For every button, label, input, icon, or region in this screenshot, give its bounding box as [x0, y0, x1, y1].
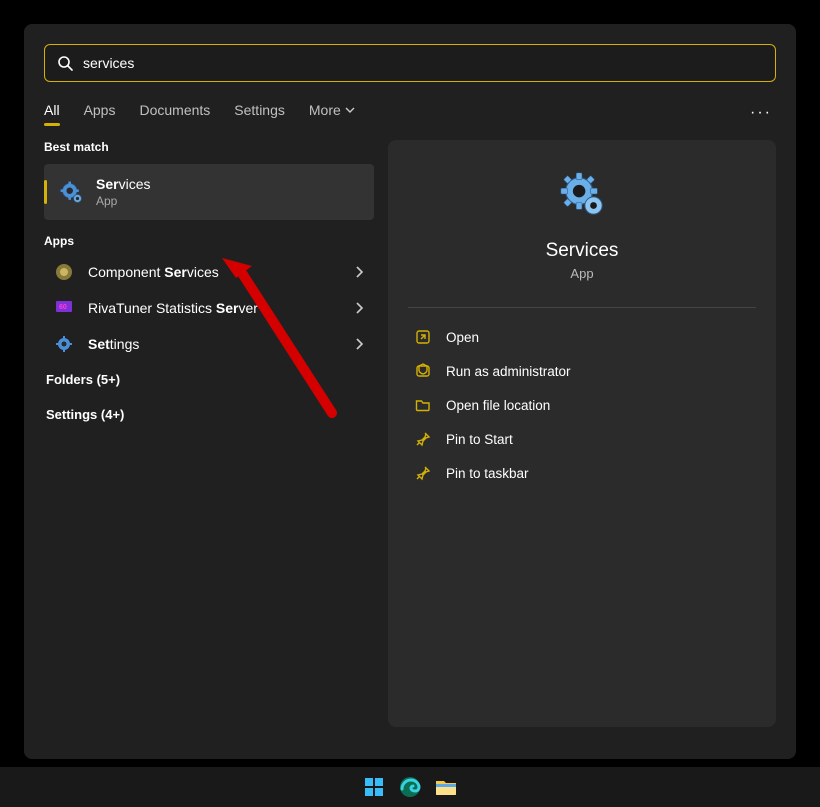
action-open[interactable]: Open — [408, 320, 756, 354]
action-pin-taskbar[interactable]: Pin to taskbar — [408, 456, 756, 490]
tab-all[interactable]: All — [44, 102, 60, 124]
gear-icon — [58, 179, 84, 205]
edge-button[interactable] — [397, 774, 423, 800]
folders-expand[interactable]: Folders (5+) — [44, 362, 374, 397]
tab-more[interactable]: More — [309, 102, 355, 124]
tab-settings[interactable]: Settings — [234, 102, 285, 124]
results-list: Best match Services App Apps — [44, 140, 374, 727]
app-rivatuner[interactable]: 60 RivaTuner Statistics Server — [44, 290, 374, 326]
search-input[interactable] — [83, 55, 763, 71]
settings-expand[interactable]: Settings (4+) — [44, 397, 374, 432]
folder-icon — [435, 777, 457, 797]
detail-title: Services — [546, 240, 619, 262]
best-match-result[interactable]: Services App — [44, 164, 374, 220]
chevron-right-icon — [354, 338, 364, 350]
start-search-panel: All Apps Documents Settings More ··· Bes… — [24, 24, 796, 759]
filter-tabs: All Apps Documents Settings More ··· — [44, 100, 776, 126]
windows-icon — [364, 777, 384, 797]
tab-documents[interactable]: Documents — [139, 102, 210, 124]
action-run-admin[interactable]: Run as administrator — [408, 354, 756, 388]
shield-icon — [415, 363, 431, 379]
folder-icon — [415, 397, 431, 413]
gear-icon — [558, 170, 606, 218]
action-pin-start[interactable]: Pin to Start — [408, 422, 756, 456]
action-open-location[interactable]: Open file location — [408, 388, 756, 422]
chevron-down-icon — [345, 105, 355, 115]
pin-icon — [415, 431, 431, 447]
component-icon — [55, 263, 73, 281]
monitor-icon: 60 — [55, 299, 73, 317]
svg-text:60: 60 — [59, 304, 67, 311]
chevron-right-icon — [354, 302, 364, 314]
tab-apps[interactable]: Apps — [84, 102, 116, 124]
chevron-right-icon — [354, 266, 364, 278]
app-component-services[interactable]: Component Services — [44, 254, 374, 290]
open-icon — [415, 329, 431, 345]
gear-icon — [55, 335, 73, 353]
detail-subtitle: App — [570, 266, 593, 281]
explorer-button[interactable] — [433, 774, 459, 800]
result-title: Services — [96, 176, 150, 192]
edge-icon — [399, 776, 421, 798]
app-settings[interactable]: Settings — [44, 326, 374, 362]
detail-pane: Services App Open Run as administrator O… — [388, 140, 776, 727]
search-icon — [57, 55, 73, 71]
apps-heading: Apps — [44, 234, 374, 248]
pin-icon — [415, 465, 431, 481]
search-bar[interactable] — [44, 44, 776, 82]
overflow-menu[interactable]: ··· — [746, 100, 776, 126]
taskbar — [0, 767, 820, 807]
result-subtitle: App — [96, 194, 150, 208]
start-button[interactable] — [361, 774, 387, 800]
best-match-heading: Best match — [44, 140, 374, 154]
divider — [408, 307, 756, 308]
